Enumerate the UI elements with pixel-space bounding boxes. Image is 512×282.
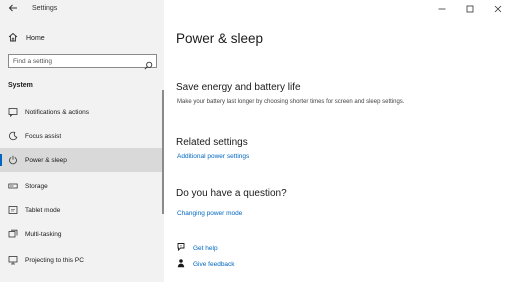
sidebar-item-notifications[interactable]: Notifications & actions (0, 100, 164, 124)
sidebar-item-projecting[interactable]: Projecting to this PC (0, 248, 164, 272)
tablet-mode-icon (8, 205, 18, 215)
sidebar-item-tablet-mode[interactable]: Tablet mode (0, 198, 164, 222)
back-arrow-icon[interactable] (6, 3, 20, 17)
sidebar-item-power-sleep[interactable]: Power & sleep (0, 148, 164, 172)
multitasking-icon (8, 229, 18, 239)
sidebar-item-label: Multi-tasking (25, 230, 62, 238)
notifications-icon (8, 107, 18, 117)
give-feedback-icon (176, 255, 186, 273)
sidebar-item-label: Focus assist (25, 132, 62, 140)
sidebar-item-storage[interactable]: Storage (0, 174, 164, 198)
projecting-icon (8, 255, 18, 265)
focus-assist-icon (8, 131, 18, 141)
home-icon (8, 29, 18, 47)
give-feedback-link[interactable]: Give feedback (193, 261, 235, 268)
sidebar-item-multitasking[interactable]: Multi-tasking (0, 222, 164, 246)
get-help-row[interactable]: Get help (176, 243, 218, 253)
power-icon (8, 155, 18, 165)
additional-power-settings-link[interactable]: Additional power settings (177, 153, 249, 160)
storage-icon (8, 181, 18, 191)
sidebar-item-label: Power & sleep (25, 156, 67, 164)
home-label: Home (26, 34, 45, 42)
get-help-link[interactable]: Get help (193, 245, 218, 252)
save-energy-description: Make your battery last longer by choosin… (177, 99, 405, 105)
section-label-system: System (8, 82, 33, 89)
give-feedback-row[interactable]: Give feedback (176, 259, 235, 269)
settings-window: Settings Home System Notifications & act… (0, 0, 512, 282)
related-settings-heading: Related settings (176, 137, 248, 148)
search-icon[interactable] (144, 57, 153, 75)
home-nav-item[interactable]: Home (8, 32, 45, 44)
question-heading: Do you have a question? (176, 188, 287, 199)
sidebar-item-label: Notifications & actions (25, 108, 89, 116)
sidebar-item-label: Tablet mode (25, 206, 61, 214)
app-title: Settings (32, 5, 58, 12)
changing-power-mode-link[interactable]: Changing power mode (177, 210, 242, 217)
search-input[interactable] (13, 55, 141, 67)
sidebar-item-label: Projecting to this PC (25, 256, 84, 264)
sidebar-item-label: Storage (25, 182, 48, 190)
save-energy-heading: Save energy and battery life (176, 82, 301, 93)
sidebar: Settings Home System Notifications & act… (0, 0, 164, 282)
title-bar: Settings (0, 0, 164, 22)
main-content: Power & sleep Save energy and battery li… (164, 0, 512, 282)
selection-indicator (0, 154, 2, 166)
page-title: Power & sleep (176, 31, 264, 46)
search-box[interactable] (8, 54, 157, 70)
sidebar-item-focus-assist[interactable]: Focus assist (0, 124, 164, 148)
